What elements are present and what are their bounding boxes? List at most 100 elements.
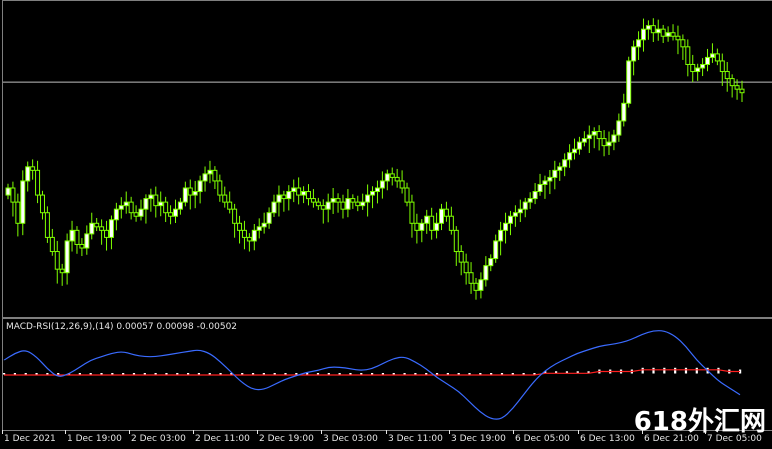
candle bbox=[596, 125, 602, 151]
candle bbox=[261, 212, 267, 234]
histogram-bar bbox=[143, 373, 146, 375]
time-tick-label: 6 Dec 05:00 bbox=[515, 434, 570, 444]
candle bbox=[168, 205, 174, 225]
candle bbox=[670, 24, 676, 41]
indicator-label: MACD-RSI(12,26,9),(14) 0.00057 0.00098 -… bbox=[6, 322, 238, 332]
candle bbox=[537, 173, 543, 196]
candle bbox=[705, 48, 711, 72]
histogram-bar bbox=[695, 367, 698, 374]
histogram-bar bbox=[273, 373, 276, 375]
candle bbox=[69, 220, 75, 252]
candle bbox=[54, 240, 60, 284]
histogram-bar bbox=[316, 373, 320, 375]
time-tick-mark bbox=[193, 430, 194, 434]
candle bbox=[222, 186, 228, 208]
histogram-bar bbox=[327, 373, 330, 375]
candle bbox=[473, 278, 479, 300]
candle bbox=[118, 197, 124, 219]
time-tick-mark bbox=[578, 430, 579, 434]
time-tick-label: 2 Dec 19:00 bbox=[259, 434, 314, 444]
candle bbox=[498, 221, 504, 256]
candle bbox=[276, 185, 282, 217]
candle bbox=[739, 80, 745, 103]
histogram-bar bbox=[111, 373, 114, 375]
histogram-bar bbox=[132, 373, 136, 375]
histogram-bar bbox=[46, 373, 49, 375]
candle bbox=[59, 263, 65, 286]
candle bbox=[675, 25, 681, 55]
candle bbox=[581, 131, 587, 147]
candle bbox=[301, 186, 307, 204]
candle bbox=[217, 174, 223, 202]
candle bbox=[493, 234, 499, 263]
candle bbox=[645, 20, 651, 40]
candle bbox=[557, 162, 563, 181]
candle bbox=[35, 160, 41, 204]
histogram-bar bbox=[381, 373, 385, 375]
histogram-bar bbox=[663, 367, 666, 374]
histogram-bar bbox=[338, 373, 341, 375]
histogram-bar bbox=[479, 373, 482, 375]
candle bbox=[488, 254, 494, 272]
candle bbox=[296, 177, 302, 205]
candle bbox=[458, 245, 464, 276]
candle bbox=[39, 190, 45, 220]
histogram-bar bbox=[652, 367, 655, 374]
candle bbox=[680, 34, 686, 60]
candle bbox=[128, 196, 134, 220]
histogram-bar bbox=[684, 367, 688, 374]
candle bbox=[724, 62, 730, 92]
candle bbox=[690, 54, 696, 83]
candle bbox=[562, 153, 568, 177]
candle bbox=[483, 256, 489, 287]
histogram-bar bbox=[197, 373, 201, 375]
candle bbox=[601, 130, 607, 157]
candle bbox=[212, 166, 218, 189]
candle bbox=[365, 184, 371, 217]
candle bbox=[370, 186, 376, 209]
time-tick-label: 6 Dec 13:00 bbox=[580, 434, 635, 444]
candle bbox=[182, 181, 188, 207]
candle bbox=[424, 209, 430, 234]
candle bbox=[532, 183, 538, 205]
candle bbox=[591, 127, 597, 149]
candle bbox=[453, 226, 459, 266]
candle bbox=[266, 207, 272, 229]
candle bbox=[567, 144, 573, 168]
candle bbox=[517, 199, 523, 223]
candle bbox=[79, 238, 85, 257]
candle bbox=[685, 39, 691, 77]
candle bbox=[631, 40, 637, 76]
candle bbox=[251, 224, 257, 251]
candle bbox=[138, 199, 144, 221]
candle bbox=[616, 113, 622, 142]
candle bbox=[665, 26, 671, 42]
candle bbox=[394, 168, 400, 188]
candle bbox=[695, 63, 701, 81]
histogram-bar bbox=[511, 373, 514, 375]
candle bbox=[547, 170, 553, 195]
time-tick-label: 1 Dec 2021 bbox=[4, 434, 56, 444]
time-tick-mark bbox=[513, 430, 514, 434]
candle bbox=[15, 193, 21, 237]
histogram-bar bbox=[262, 373, 265, 375]
candle bbox=[503, 212, 509, 244]
candle bbox=[374, 180, 380, 204]
candle bbox=[468, 262, 474, 294]
histogram-bar bbox=[208, 373, 211, 375]
histogram-bar bbox=[295, 373, 298, 375]
price-chart[interactable] bbox=[0, 0, 772, 317]
candle bbox=[429, 207, 435, 240]
histogram-bar bbox=[176, 373, 179, 375]
histogram-bar bbox=[360, 373, 363, 375]
candle bbox=[30, 159, 36, 180]
histogram-bar bbox=[457, 373, 460, 375]
histogram-bar bbox=[89, 373, 92, 375]
candle bbox=[611, 129, 617, 151]
histogram-bar bbox=[13, 373, 17, 375]
histogram-bar bbox=[241, 373, 244, 375]
candle bbox=[99, 219, 105, 245]
histogram-bar bbox=[154, 373, 157, 375]
candle bbox=[621, 93, 627, 127]
time-tick-label: 3 Dec 03:00 bbox=[323, 434, 378, 444]
